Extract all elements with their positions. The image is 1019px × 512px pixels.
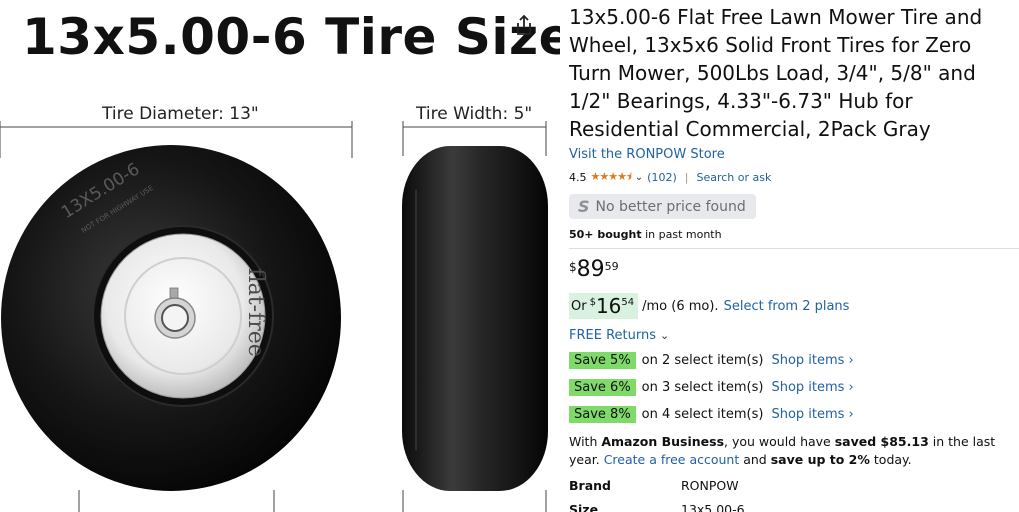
amazon-business-label: Amazon Business (601, 434, 725, 449)
spec-value: RONPOW (681, 478, 739, 493)
savings-row: Save 8% on 4 select item(s) Shop items › (569, 405, 1019, 424)
rating-value: 4.5 (569, 171, 587, 184)
shop-items-link[interactable]: Shop items › (771, 353, 853, 368)
bought-rest: in past month (641, 228, 722, 241)
rating-row: 4.5 ★★★★⯨ ⌄ (102) | Search or ask (569, 168, 1019, 187)
chevron-down-icon: ⌄ (659, 329, 670, 342)
free-returns-label: FREE Returns (569, 328, 656, 343)
product-title: 13x5.00-6 Flat Free Lawn Mower Tire and … (569, 5, 983, 141)
diameter-label: Tire Diameter: 13" (102, 104, 259, 124)
monthly-payment: Or $ 16 54 /mo (6 mo). Select from 2 pla… (569, 293, 1019, 319)
share-icon[interactable] (515, 14, 533, 36)
create-account-link[interactable]: Create a free account (604, 452, 740, 467)
spec-row: Size 13x5.00-6 (569, 502, 1019, 512)
monthly-fraction: 54 (621, 297, 635, 308)
shop-items-link[interactable]: Shop items › (771, 380, 853, 395)
store-link[interactable]: Visit the RONPOW Store (569, 147, 725, 162)
divider: | (684, 171, 689, 184)
spec-key: Size (569, 502, 599, 512)
business-text: With (569, 434, 602, 449)
amazon-business-offer: With Amazon Business, you would have sav… (569, 433, 1019, 469)
search-or-ask-link[interactable]: Search or ask (696, 171, 771, 184)
save-tag: Save 8% (569, 406, 636, 423)
business-text: today. (869, 452, 912, 467)
monthly-price-box: Or $ 16 54 (569, 293, 639, 319)
spec-row: Brand RONPOW (569, 478, 1019, 493)
save-tag: Save 6% (569, 379, 636, 396)
price-symbol: $ (569, 260, 577, 274)
save-text: on 4 select item(s) (641, 407, 764, 422)
divider (569, 248, 1019, 249)
save-tag: Save 5% (569, 352, 636, 369)
price-badge: S No better price found (569, 194, 756, 219)
business-text: , you would have (724, 434, 835, 449)
spec-key: Brand (569, 478, 611, 493)
monthly-whole: 16 (595, 294, 622, 318)
shop-items-link[interactable]: Shop items › (771, 407, 853, 422)
product-image[interactable]: 13x5.00-6 Tire Size Tire Diameter: 13" T… (0, 0, 560, 512)
select-plans-link[interactable]: Select from 2 plans (724, 299, 850, 314)
rating-stars[interactable]: ★★★★⯨ (591, 168, 632, 187)
product-details: 13x5.00-6 Flat Free Lawn Mower Tire and … (569, 0, 1019, 512)
monthly-term: /mo (6 mo). (642, 298, 719, 314)
bought-bold: 50+ bought (569, 228, 642, 241)
price-fraction: 59 (604, 260, 619, 273)
save-text: on 2 select item(s) (641, 353, 764, 368)
width-label: Tire Width: 5" (416, 104, 533, 124)
free-returns-link[interactable]: FREE Returns ⌄ (569, 328, 1019, 343)
rating-count-link[interactable]: (102) (647, 171, 677, 184)
business-text: and (739, 452, 771, 467)
savings-row: Save 6% on 3 select item(s) Shop items › (569, 378, 1019, 397)
tire-illustration (0, 121, 548, 512)
save-text: on 3 select item(s) (641, 380, 764, 395)
sidewall-brand-text: flat-free (243, 268, 268, 357)
bought-count: 50+ bought in past month (569, 228, 1019, 241)
chevron-down-icon[interactable]: ⌄ (635, 172, 643, 183)
price: $ 89 59 (569, 257, 1019, 283)
spec-value: 13x5.00-6 (681, 502, 745, 512)
savings-row: Save 5% on 2 select item(s) Shop items › (569, 351, 1019, 370)
image-heading: 13x5.00-6 Tire Size (22, 8, 560, 66)
price-whole: 89 (576, 257, 605, 282)
business-save-up: save up to 2% (770, 452, 870, 467)
monthly-or: Or (571, 299, 587, 314)
business-saved: saved $85.13 (834, 434, 929, 449)
price-badge-text: No better price found (595, 198, 746, 215)
s-logo-icon: S (578, 197, 590, 216)
